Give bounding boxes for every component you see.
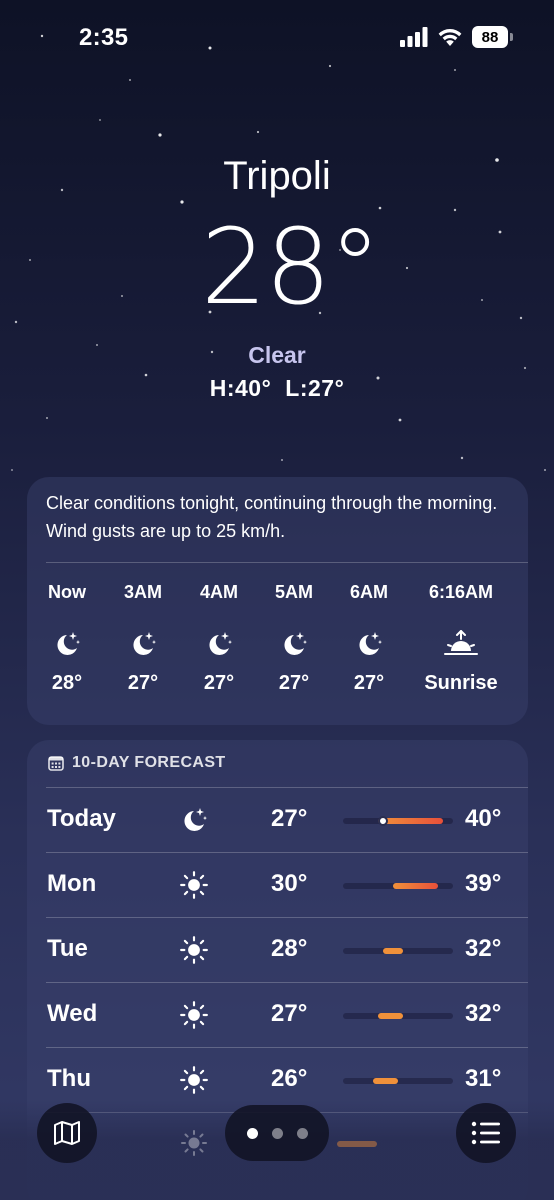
forecast-high: 32° xyxy=(465,935,502,962)
sunrise-icon xyxy=(444,630,478,655)
temperature-range-bar xyxy=(393,883,438,889)
calendar-icon xyxy=(48,756,64,771)
current-weather: Tripoli 28° Clear H:40° L:27° xyxy=(0,150,554,402)
divider xyxy=(46,562,528,563)
forecast-row[interactable]: Wed 27° 32° xyxy=(27,982,528,1047)
current-condition: Clear xyxy=(248,342,306,368)
high-temperature: H:40° xyxy=(209,375,272,401)
forecast-day: Wed xyxy=(47,1000,98,1027)
page-dot[interactable] xyxy=(271,1127,283,1139)
forecast-icon-wrap xyxy=(177,803,211,837)
status-time: 2:35 xyxy=(79,24,129,51)
temperature-range-bar xyxy=(383,948,403,954)
page-dot[interactable] xyxy=(296,1127,308,1139)
locations-list-button[interactable] xyxy=(456,1103,516,1163)
forecast-high: 32° xyxy=(465,1000,502,1027)
hour-icon-wrap xyxy=(416,624,506,664)
sun-icon xyxy=(180,871,208,899)
current-temperature: 28° xyxy=(200,206,381,328)
temperature-range-track xyxy=(343,883,453,889)
sun-icon xyxy=(180,1001,208,1029)
temperature-range-track xyxy=(343,1013,453,1019)
temperature-range-bar xyxy=(337,1141,377,1147)
forecast-high: 40° xyxy=(465,805,502,832)
forecast-row[interactable]: Tue 28° 32° xyxy=(27,917,528,982)
moon-stars-icon xyxy=(284,632,307,655)
sun-icon xyxy=(180,1066,208,1094)
city-name: Tripoli xyxy=(223,154,331,198)
forecast-low: 27° xyxy=(271,805,308,832)
forecast-day: Today xyxy=(47,805,116,832)
hourly-list[interactable]: Now 28° 3AM 27° 4AM 27° 5AM 27° 6AM 27° 6:16AM Sunr… xyxy=(27,582,528,712)
moon-stars-icon xyxy=(57,632,80,655)
temperature-range-bar xyxy=(373,1078,398,1084)
forecast-low: 30° xyxy=(271,870,308,897)
forecast-low: 26° xyxy=(271,1065,308,1092)
forecast-high: 31° xyxy=(465,1065,502,1092)
sun-icon xyxy=(180,936,208,964)
hour-time: 6AM xyxy=(349,582,388,602)
low-temperature: L:27° xyxy=(285,375,345,401)
map-button[interactable] xyxy=(37,1103,97,1163)
forecast-high: 39° xyxy=(465,870,502,897)
hour-item: 6AM 27° xyxy=(324,582,414,695)
forecast-day: Mon xyxy=(47,870,97,897)
temperature-range-track xyxy=(343,816,453,826)
hourly-forecast-card[interactable]: Clear conditions tonight, continuing thr… xyxy=(27,477,528,725)
battery-indicator: 88 xyxy=(472,26,513,48)
status-icons: 88 xyxy=(400,26,513,48)
wifi-icon xyxy=(438,29,462,46)
forecast-icon-wrap xyxy=(177,1063,211,1097)
forecast-day: Tue xyxy=(47,935,88,962)
status-bar: 2:35 88 xyxy=(0,0,554,74)
sun-icon xyxy=(181,1130,207,1156)
forecast-icon-wrap xyxy=(177,998,211,1032)
moon-stars-icon xyxy=(209,632,232,655)
hour-time: 6:16AM xyxy=(428,582,494,602)
temperature-range-track xyxy=(343,948,453,954)
forecast-header: 10-DAY FORECAST xyxy=(48,754,226,772)
moon-stars-icon xyxy=(359,632,382,655)
moon-stars-icon xyxy=(133,632,156,655)
current-temperature-dot xyxy=(378,816,388,826)
hour-icon-wrap xyxy=(324,624,414,664)
temperature-range-bar xyxy=(378,1013,403,1019)
forecast-icon-wrap xyxy=(177,933,211,967)
forecast-header-label: 10-DAY FORECAST xyxy=(72,754,226,771)
forecast-icon-wrap xyxy=(177,868,211,902)
list-icon xyxy=(471,1121,500,1145)
page-indicator[interactable] xyxy=(225,1105,329,1161)
forecast-row[interactable]: Today 27° 40° xyxy=(27,787,528,852)
forecast-low: 28° xyxy=(271,935,308,962)
forecast-summary: Clear conditions tonight, continuing thr… xyxy=(46,493,498,541)
temperature-range-track xyxy=(343,1078,453,1084)
forecast-low: 27° xyxy=(271,1000,308,1027)
page-dot-active[interactable] xyxy=(246,1127,258,1139)
cellular-signal-icon xyxy=(400,27,428,47)
forecast-row[interactable]: Mon 30° 39° xyxy=(27,852,528,917)
moon-stars-icon xyxy=(184,808,207,831)
high-low: H:40° L:27° xyxy=(0,375,554,402)
hour-value: 27° xyxy=(353,672,385,694)
map-icon xyxy=(54,1121,80,1145)
hour-value: Sunrise xyxy=(424,672,498,694)
hour-item: 6:16AM Sunrise xyxy=(416,582,506,695)
forecast-day: Thu xyxy=(47,1065,91,1092)
